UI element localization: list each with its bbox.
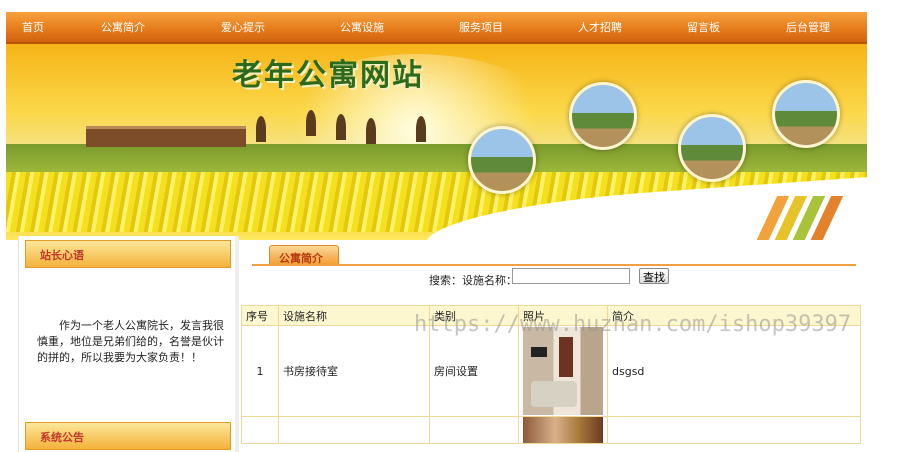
watermark-text: https://www.huzhan.com/ishop39397 bbox=[414, 312, 852, 337]
photo-sofa bbox=[531, 381, 577, 407]
tab-apartment-intro[interactable]: 公寓简介 bbox=[269, 245, 339, 266]
webmaster-words-text: 作为一个老人公寓院长，发言我很慎重，地位是兄弟们给的，名誉是伙计的拼的，所以我要… bbox=[37, 319, 224, 364]
cell-intro bbox=[607, 416, 861, 444]
facility-photo[interactable] bbox=[523, 417, 603, 443]
cell-name bbox=[278, 416, 430, 444]
banner-photo-circle bbox=[678, 114, 746, 182]
webmaster-words-title: 站长心语 bbox=[40, 249, 84, 262]
banner-photo-circle bbox=[468, 126, 536, 194]
nav-services[interactable]: 服务项目 bbox=[459, 19, 503, 35]
banner-photo-circle bbox=[772, 80, 840, 148]
table-row bbox=[241, 416, 861, 444]
system-notice-title: 系统公告 bbox=[40, 431, 84, 444]
cell-no bbox=[241, 416, 279, 444]
nav-apartment-intro[interactable]: 公寓简介 bbox=[101, 19, 145, 35]
sidebar-box-title: 系统公告 bbox=[25, 422, 231, 450]
header-banner: 老年公寓网站 bbox=[6, 44, 867, 240]
banner-tree bbox=[306, 110, 316, 136]
cell-category bbox=[429, 416, 519, 444]
search-button[interactable]: 查找 bbox=[639, 268, 669, 284]
facility-photo[interactable] bbox=[523, 327, 603, 415]
left-sidebar: 站长心语 作为一个老人公寓院长，发言我很慎重，地位是兄弟们给的，名誉是伙计的拼的… bbox=[18, 236, 239, 452]
photo-door bbox=[559, 337, 573, 377]
banner-tree bbox=[256, 116, 266, 142]
top-nav: 首页 公寓简介 爱心提示 公寓设施 服务项目 人才招聘 留言板 后台管理 bbox=[6, 12, 867, 44]
photo-tv bbox=[531, 347, 547, 357]
banner-tree bbox=[336, 114, 346, 140]
cell-intro: dsgsd bbox=[607, 325, 861, 417]
cell-name: 书房接待室 bbox=[278, 325, 430, 417]
nav-admin[interactable]: 后台管理 bbox=[786, 19, 830, 35]
sidebar-box-title: 站长心语 bbox=[25, 240, 231, 268]
cell-no: 1 bbox=[241, 325, 279, 417]
banner-photo-circle bbox=[569, 82, 637, 150]
banner-farmhouse bbox=[86, 126, 246, 147]
column-header-name: 设施名称 bbox=[278, 305, 430, 326]
search-label: 搜索：设施名称： bbox=[429, 274, 517, 287]
banner-tree bbox=[416, 116, 426, 142]
nav-recruitment[interactable]: 人才招聘 bbox=[578, 19, 622, 35]
banner-tree bbox=[366, 118, 376, 144]
nav-facilities[interactable]: 公寓设施 bbox=[340, 19, 384, 35]
tab-divider bbox=[252, 264, 856, 266]
nav-home[interactable]: 首页 bbox=[22, 19, 44, 35]
table-row: 1 书房接待室 房间设置 dsgsd bbox=[241, 325, 861, 417]
column-header-no: 序号 bbox=[241, 305, 279, 326]
facility-name-search-input[interactable] bbox=[512, 268, 630, 284]
cell-photo bbox=[518, 416, 608, 444]
site-title: 老年公寓网站 bbox=[232, 58, 424, 93]
cell-photo bbox=[518, 325, 608, 417]
cell-category: 房间设置 bbox=[429, 325, 519, 417]
nav-care-tips[interactable]: 爱心提示 bbox=[221, 19, 265, 35]
nav-message-board[interactable]: 留言板 bbox=[687, 19, 720, 35]
